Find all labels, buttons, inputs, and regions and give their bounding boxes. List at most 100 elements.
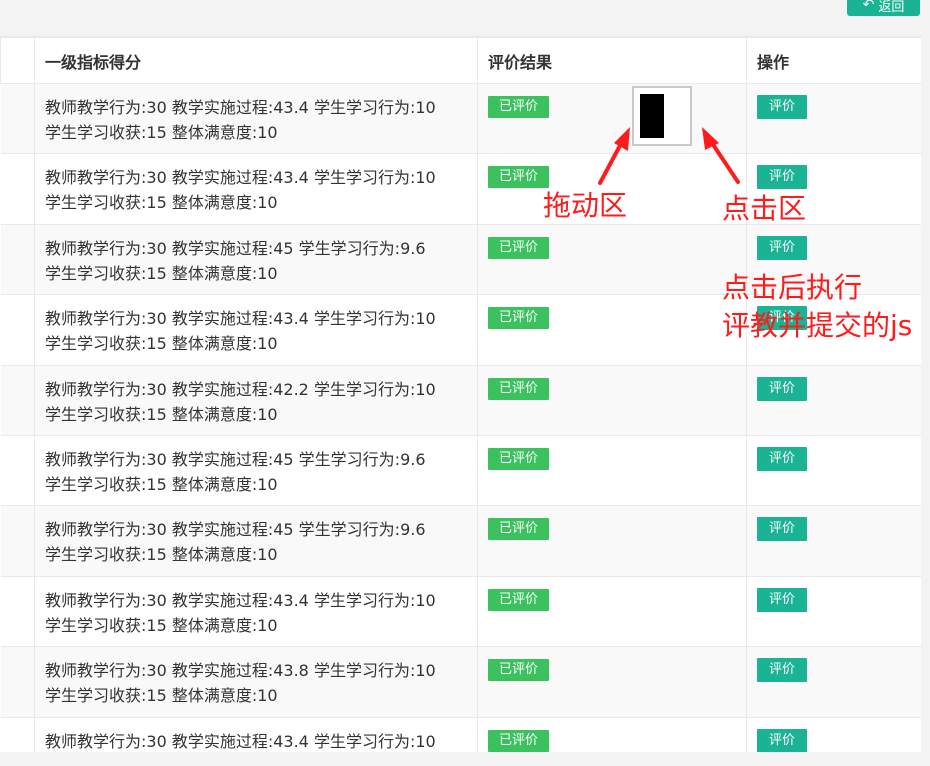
action-cell: 评价: [746, 575, 921, 648]
status-badge: 已评价: [488, 659, 550, 682]
drag-zone-label: 拖动区: [543, 189, 628, 222]
status-badge: 已评价: [488, 307, 550, 330]
column-header-action: 操作: [746, 37, 921, 84]
table-row: 教师教学行为:30 教学实施过程:45 学生学习行为:9.6 学生学习收获:15 …: [0, 505, 921, 577]
action-cell: 评价: [746, 364, 921, 436]
table-row: 教师教学行为:30 教学实施过程:43.4 学生学习行为:10 学生学习收获:15…: [0, 82, 921, 155]
result-cell: 已评价: [477, 223, 747, 296]
scores-cell: 教师教学行为:30 教学实施过程:42.2 学生学习行为:10 学生学习收获:15…: [34, 364, 478, 436]
scores-line-1: 教师教学行为:30 教学实施过程:45 学生学习行为:9.6: [45, 520, 426, 540]
row-index-cell: [0, 294, 35, 366]
scores-cell: 教师教学行为:30 教学实施过程:43.8 学生学习行为:10 学生学习收获:15…: [34, 646, 478, 718]
row-index-cell: [0, 505, 35, 577]
evaluate-button[interactable]: 评价: [757, 587, 808, 612]
result-cell: 已评价: [477, 82, 747, 155]
evaluate-button[interactable]: 评价: [757, 517, 808, 542]
scores-line-1: 教师教学行为:30 教学实施过程:45 学生学习行为:9.6: [45, 238, 426, 258]
evaluation-table-container: 一级指标得分 评价结果 操作 教师教学行为:30 教学实施过程:43.4 学生学…: [0, 36, 921, 753]
note-line-1: 点击后执行: [722, 271, 863, 304]
scores-cell: 教师教学行为:30 教学实施过程:43.4 学生学习行为:10 学生学习收获:15…: [34, 82, 478, 155]
scores-line-2: 学生学习收获:15 整体满意度:10: [45, 263, 278, 283]
scores-line-1: 教师教学行为:30 教学实施过程:45 学生学习行为:9.6: [45, 449, 426, 469]
scores-cell: 教师教学行为:30 教学实施过程:45 学生学习行为:9.6 学生学习收获:15 …: [34, 505, 478, 577]
status-badge: 已评价: [488, 447, 550, 470]
scores-cell: 教师教学行为:30 教学实施过程:43.4 学生学习行为:10 学生学习收获:15…: [34, 294, 478, 366]
scores-line-1: 教师教学行为:30 教学实施过程:43.4 学生学习行为:10: [45, 590, 436, 610]
drag-handle[interactable]: [640, 94, 664, 138]
status-badge: 已评价: [488, 588, 550, 611]
scores-cell: 教师教学行为:30 教学实施过程:43.4 学生学习行为:10 学生学习收获:15…: [34, 153, 478, 225]
row-index-cell: [0, 646, 35, 718]
action-cell: 评价: [746, 505, 921, 577]
undo-arrow-icon: ↶: [862, 0, 875, 13]
row-index-cell: [0, 153, 35, 225]
action-cell: 评价: [746, 646, 921, 718]
scores-line-2: 学生学习收获:15 整体满意度:10: [45, 123, 278, 142]
evaluate-button[interactable]: 评价: [757, 658, 808, 683]
slider-captcha-widget[interactable]: [632, 86, 692, 146]
result-cell: 已评价: [477, 575, 747, 648]
row-index-cell: [0, 82, 35, 155]
scores-cell: 教师教学行为:30 教学实施过程:43.4 学生学习行为:10 学生学习收获:15…: [34, 575, 478, 648]
table-row: 教师教学行为:30 教学实施过程:43.4 学生学习行为:10 学生学习收获:15…: [0, 575, 921, 648]
bottom-bar: [0, 752, 930, 766]
evaluate-button[interactable]: 评价: [757, 165, 808, 190]
scores-cell: 教师教学行为:30 教学实施过程:45 学生学习行为:9.6 学生学习收获:15 …: [34, 434, 478, 507]
result-cell: 已评价: [477, 434, 747, 507]
back-button-label: 返回: [878, 0, 905, 15]
status-badge: 已评价: [488, 96, 550, 118]
scores-line-2: 学生学习收获:15 整体满意度:10: [45, 404, 278, 424]
scores-cell: 教师教学行为:30 教学实施过程:43.4 学生学习行为:10学生学习收获:15…: [34, 716, 478, 753]
scores-line-1: 教师教学行为:30 教学实施过程:43.4 学生学习行为:10: [45, 309, 436, 329]
evaluate-button[interactable]: 评价: [757, 446, 808, 471]
scores-cell: 教师教学行为:30 教学实施过程:45 学生学习行为:9.6 学生学习收获:15 …: [34, 223, 478, 296]
result-cell: 已评价: [477, 505, 747, 577]
scores-line-2: 学生学习收获:15 整体满意度:10: [45, 615, 278, 635]
status-badge: 已评价: [488, 518, 550, 541]
row-index-cell: [0, 434, 35, 507]
column-header-scores: 一级指标得分: [34, 37, 478, 84]
row-index-cell: [0, 575, 35, 648]
row-index-cell: [0, 716, 35, 753]
scores-line-1: 教师教学行为:30 教学实施过程:42.2 学生学习行为:10: [45, 379, 436, 399]
top-bar: ↶ 返回: [0, 0, 930, 23]
scores-line-2: 学生学习收获:15 整体满意度:10: [45, 686, 278, 706]
evaluate-button[interactable]: 评价: [757, 376, 808, 401]
table-row: 教师教学行为:30 教学实施过程:43.8 学生学习行为:10 学生学习收获:15…: [0, 646, 921, 718]
evaluate-button[interactable]: 评价: [757, 728, 808, 753]
column-header-index: [0, 37, 35, 84]
action-cell: 评价: [746, 716, 921, 753]
table-row: 教师教学行为:30 教学实施过程:42.2 学生学习行为:10 学生学习收获:15…: [0, 364, 921, 436]
scores-line-1: 教师教学行为:30 教学实施过程:43.4 学生学习行为:10: [45, 168, 436, 188]
result-cell: 已评价: [477, 646, 747, 718]
scores-line-1: 教师教学行为:30 教学实施过程:43.8 学生学习行为:10: [45, 661, 436, 681]
scores-line-2: 学生学习收获:15 整体满意度:10: [45, 545, 278, 565]
result-cell: 已评价: [477, 364, 747, 436]
evaluation-table: 一级指标得分 评价结果 操作 教师教学行为:30 教学实施过程:43.4 学生学…: [0, 37, 921, 753]
result-cell: 已评价: [477, 716, 747, 753]
scores-line-1: 教师教学行为:30 教学实施过程:43.4 学生学习行为:10: [45, 98, 436, 117]
row-index-cell: [0, 223, 35, 296]
table-row: 教师教学行为:30 教学实施过程:45 学生学习行为:9.6 学生学习收获:15 …: [0, 434, 921, 507]
scores-line-2: 学生学习收获:15 整体满意度:10: [45, 474, 278, 494]
click-zone-label: 点击区: [722, 192, 807, 225]
note-line-2: 评教并提交的js: [722, 309, 913, 342]
evaluate-button[interactable]: 评价: [757, 95, 808, 119]
scores-line-2: 学生学习收获:15 整体满意度:10: [45, 334, 278, 354]
status-badge: 已评价: [488, 166, 550, 189]
evaluate-button[interactable]: 评价: [757, 235, 808, 260]
back-button[interactable]: ↶ 返回: [847, 0, 920, 16]
result-cell: 已评价: [477, 294, 747, 366]
status-badge: 已评价: [488, 236, 550, 259]
table-row: 教师教学行为:30 教学实施过程:43.4 学生学习行为:10学生学习收获:15…: [0, 716, 921, 753]
scores-line-2: 学生学习收获:15 整体满意度:10: [45, 193, 278, 213]
click-area[interactable]: [664, 94, 686, 138]
scores-line-1: 教师教学行为:30 教学实施过程:43.4 学生学习行为:10: [45, 731, 436, 751]
status-badge: 已评价: [488, 377, 550, 400]
row-index-cell: [0, 364, 35, 436]
action-cell: 评价: [746, 434, 921, 507]
table-header-row: 一级指标得分 评价结果 操作: [0, 37, 921, 84]
status-badge: 已评价: [488, 729, 550, 752]
action-cell: 评价: [746, 82, 921, 155]
column-header-result: 评价结果: [477, 37, 747, 84]
